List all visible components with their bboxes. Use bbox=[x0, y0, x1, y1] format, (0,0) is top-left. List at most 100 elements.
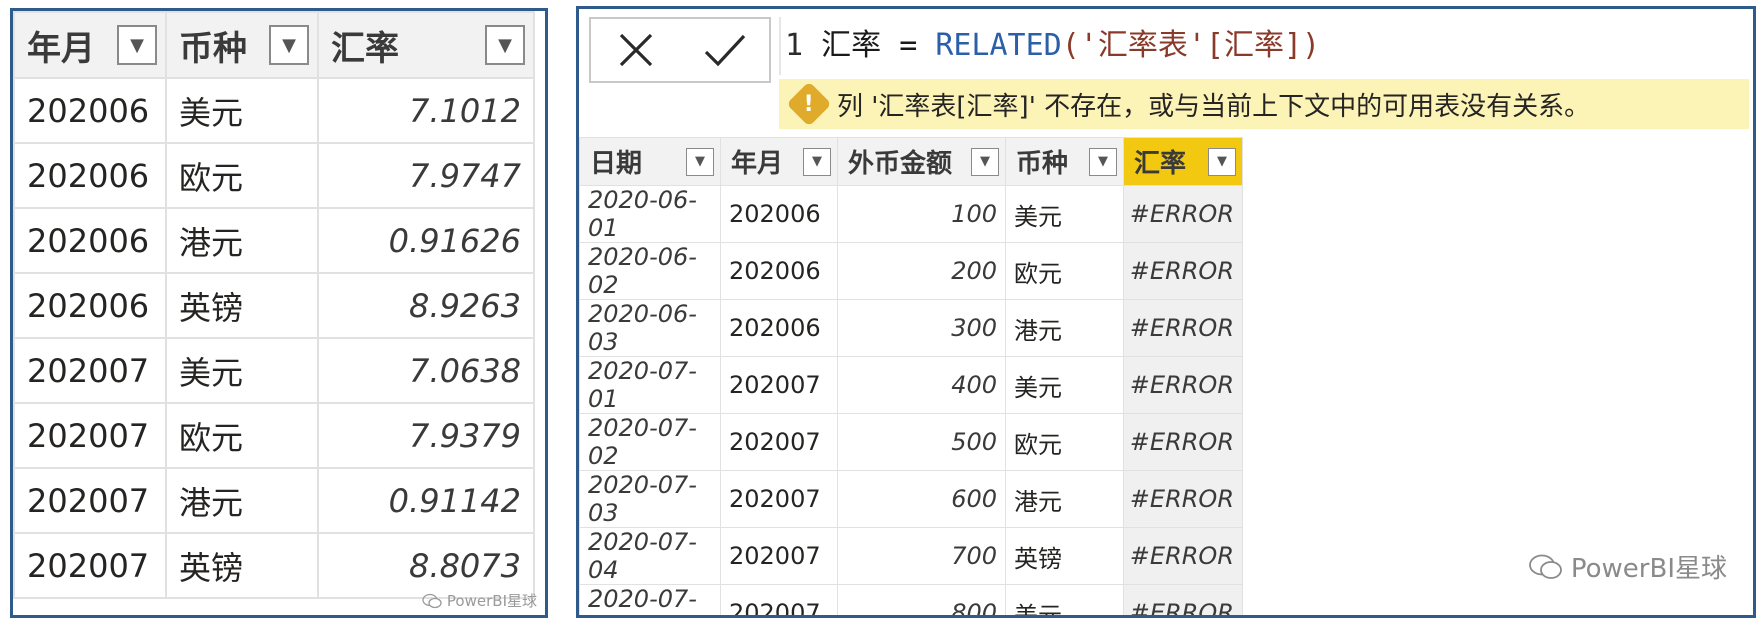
cell-year-month[interactable]: 202006 bbox=[720, 185, 838, 243]
column-header-year-month[interactable]: 年月 ▼ bbox=[13, 11, 167, 79]
commit-formula-button[interactable] bbox=[699, 24, 751, 76]
cell-currency[interactable]: 美元 bbox=[1005, 356, 1124, 414]
cell-currency[interactable]: 欧元 bbox=[165, 402, 319, 469]
cell-date[interactable]: 2020-07-01 bbox=[579, 356, 721, 414]
cell-year-month[interactable]: 202006 bbox=[13, 77, 167, 144]
cell-foreign-amount[interactable]: 300 bbox=[837, 299, 1006, 357]
column-header-label: 币种 bbox=[179, 28, 247, 69]
filter-dropdown-icon[interactable]: ▼ bbox=[686, 147, 714, 176]
cell-year-month[interactable]: 202007 bbox=[13, 337, 167, 404]
filter-dropdown-icon[interactable]: ▼ bbox=[1089, 147, 1117, 176]
cell-foreign-amount[interactable]: 800 bbox=[837, 584, 1006, 615]
filter-dropdown-icon[interactable]: ▼ bbox=[117, 25, 157, 65]
table-row: 2020-07-02 202007 500 欧元 #ERROR bbox=[579, 413, 1243, 471]
watermark: PowerBI星球 bbox=[422, 590, 537, 611]
cell-year-month[interactable]: 202006 bbox=[13, 207, 167, 274]
cell-year-month[interactable]: 202007 bbox=[13, 467, 167, 534]
cell-rate[interactable]: 0.91142 bbox=[317, 467, 535, 534]
cancel-formula-button[interactable] bbox=[610, 24, 662, 76]
column-header-date[interactable]: 日期 ▼ bbox=[579, 137, 721, 186]
cell-rate[interactable]: 0.91626 bbox=[317, 207, 535, 274]
watermark: PowerBI星球 bbox=[1528, 548, 1727, 585]
cell-currency[interactable]: 英镑 bbox=[165, 272, 319, 339]
cell-date[interactable]: 2020-07-02 bbox=[579, 413, 721, 471]
cell-currency[interactable]: 欧元 bbox=[1005, 413, 1124, 471]
cell-year-month[interactable]: 202006 bbox=[720, 242, 838, 300]
cell-currency[interactable]: 港元 bbox=[165, 207, 319, 274]
cell-currency[interactable]: 港元 bbox=[165, 467, 319, 534]
table-row: 202007 港元 0.91142 bbox=[13, 467, 535, 534]
cell-rate[interactable]: 8.8073 bbox=[317, 532, 535, 599]
column-header-year-month[interactable]: 年月 ▼ bbox=[720, 137, 838, 186]
formula-error-banner: ! 列 '汇率表[汇率]' 不存在，或与当前上下文中的可用表没有关系。 bbox=[779, 79, 1749, 129]
cell-currency[interactable]: 港元 bbox=[1005, 470, 1124, 528]
cell-foreign-amount[interactable]: 600 bbox=[837, 470, 1006, 528]
column-header-label: 汇率 bbox=[331, 28, 399, 69]
cell-currency[interactable]: 欧元 bbox=[1005, 242, 1124, 300]
formula-input[interactable]: 1 汇率 = RELATED('汇率表'[汇率]) bbox=[779, 17, 1751, 75]
cell-rate[interactable]: 7.0638 bbox=[317, 337, 535, 404]
cell-year-month[interactable]: 202007 bbox=[720, 527, 838, 585]
cell-rate-error[interactable]: #ERROR bbox=[1123, 470, 1243, 528]
cell-year-month[interactable]: 202007 bbox=[13, 532, 167, 599]
cell-rate[interactable]: 7.1012 bbox=[317, 77, 535, 144]
column-header-rate-selected[interactable]: 汇率 ▼ bbox=[1123, 137, 1243, 186]
cell-date[interactable]: 2020-07-03 bbox=[579, 470, 721, 528]
wechat-icon bbox=[1528, 554, 1562, 579]
filter-dropdown-icon[interactable]: ▼ bbox=[269, 25, 309, 65]
filter-dropdown-icon[interactable]: ▼ bbox=[485, 25, 525, 65]
exchange-rate-table: 年月 ▼ 币种 ▼ 汇率 ▼ 202006 美元 7.1012 202006 欧… bbox=[13, 11, 535, 599]
cell-year-month[interactable]: 202006 bbox=[13, 142, 167, 209]
cell-year-month[interactable]: 202007 bbox=[13, 402, 167, 469]
cell-rate-error[interactable]: #ERROR bbox=[1123, 242, 1243, 300]
cell-year-month[interactable]: 202006 bbox=[13, 272, 167, 339]
column-header-rate[interactable]: 汇率 ▼ bbox=[317, 11, 535, 79]
cell-currency[interactable]: 欧元 bbox=[165, 142, 319, 209]
cell-rate[interactable]: 7.9379 bbox=[317, 402, 535, 469]
table-row: 2020-06-02 202006 200 欧元 #ERROR bbox=[579, 242, 1243, 300]
cell-rate-error[interactable]: #ERROR bbox=[1123, 413, 1243, 471]
cell-rate-error[interactable]: #ERROR bbox=[1123, 356, 1243, 414]
cell-foreign-amount[interactable]: 400 bbox=[837, 356, 1006, 414]
cell-foreign-amount[interactable]: 100 bbox=[837, 185, 1006, 243]
cell-rate-error[interactable]: #ERROR bbox=[1123, 584, 1243, 615]
column-header-currency[interactable]: 币种 ▼ bbox=[165, 11, 319, 79]
cell-year-month[interactable]: 202007 bbox=[720, 584, 838, 615]
cell-year-month[interactable]: 202006 bbox=[720, 299, 838, 357]
cell-date[interactable]: 2020-07-05 bbox=[579, 584, 721, 615]
cell-currency[interactable]: 港元 bbox=[1005, 299, 1124, 357]
filter-dropdown-icon[interactable]: ▼ bbox=[803, 147, 831, 176]
cell-currency[interactable]: 英镑 bbox=[165, 532, 319, 599]
cell-rate-error[interactable]: #ERROR bbox=[1123, 185, 1243, 243]
cell-date[interactable]: 2020-06-01 bbox=[579, 185, 721, 243]
table-row: 2020-07-04 202007 700 英镑 #ERROR bbox=[579, 527, 1243, 585]
cell-currency[interactable]: 美元 bbox=[1005, 185, 1124, 243]
cell-foreign-amount[interactable]: 700 bbox=[837, 527, 1006, 585]
cell-date[interactable]: 2020-06-03 bbox=[579, 299, 721, 357]
cell-rate-error[interactable]: #ERROR bbox=[1123, 299, 1243, 357]
cell-foreign-amount[interactable]: 200 bbox=[837, 242, 1006, 300]
cell-date[interactable]: 2020-07-04 bbox=[579, 527, 721, 585]
cell-rate-error[interactable]: #ERROR bbox=[1123, 527, 1243, 585]
filter-dropdown-icon[interactable]: ▼ bbox=[1208, 147, 1236, 176]
cell-currency[interactable]: 英镑 bbox=[1005, 527, 1124, 585]
filter-dropdown-icon[interactable]: ▼ bbox=[971, 147, 999, 176]
cell-currency[interactable]: 美元 bbox=[165, 77, 319, 144]
cell-rate[interactable]: 8.9263 bbox=[317, 272, 535, 339]
cell-year-month[interactable]: 202007 bbox=[720, 470, 838, 528]
wechat-icon bbox=[422, 593, 442, 608]
column-header-currency[interactable]: 币种 ▼ bbox=[1005, 137, 1124, 186]
table-row: 2020-06-03 202006 300 港元 #ERROR bbox=[579, 299, 1243, 357]
cell-rate[interactable]: 7.9747 bbox=[317, 142, 535, 209]
watermark-text: PowerBI星球 bbox=[446, 592, 537, 610]
cell-currency[interactable]: 美元 bbox=[165, 337, 319, 404]
table-row: 202006 英镑 8.9263 bbox=[13, 272, 535, 339]
column-header-foreign-amount[interactable]: 外币金额 ▼ bbox=[837, 137, 1006, 186]
cell-year-month[interactable]: 202007 bbox=[720, 413, 838, 471]
column-header-label: 币种 bbox=[1016, 149, 1069, 179]
cell-foreign-amount[interactable]: 500 bbox=[837, 413, 1006, 471]
table-row: 2020-07-03 202007 600 港元 #ERROR bbox=[579, 470, 1243, 528]
cell-date[interactable]: 2020-06-02 bbox=[579, 242, 721, 300]
cell-year-month[interactable]: 202007 bbox=[720, 356, 838, 414]
cell-currency[interactable]: 美元 bbox=[1005, 584, 1124, 615]
